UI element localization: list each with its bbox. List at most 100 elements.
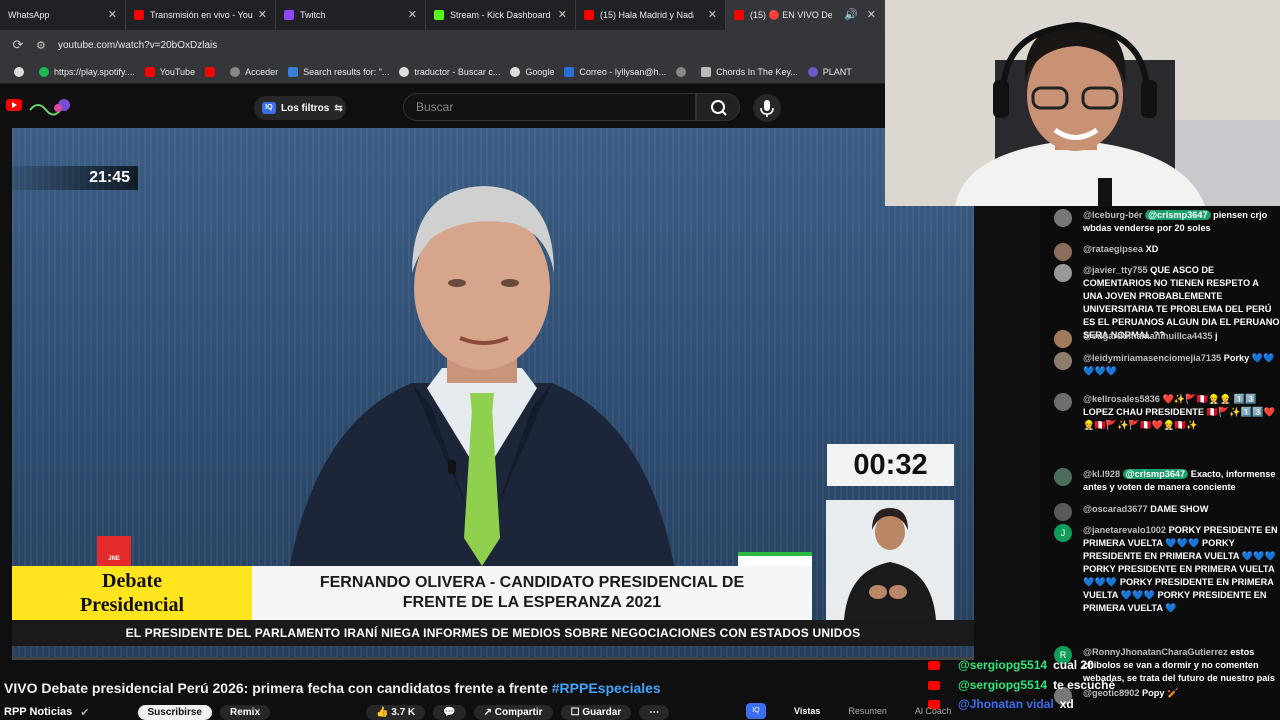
chat-text: Popy 🏏 (1139, 688, 1179, 698)
tab-whatsapp[interactable]: WhatsApp ✕ (0, 0, 126, 30)
bookmark-search-results[interactable]: Search results for: "... (288, 66, 390, 77)
search-button[interactable] (696, 93, 740, 121)
bookmark-plant[interactable]: PLANT (807, 66, 852, 77)
like-button[interactable]: 👍 3.7 K (366, 704, 426, 720)
bookmark-youtube-2[interactable] (205, 66, 220, 77)
lower-third: Debate Presidencial FERNANDO OLIVERA - C… (12, 566, 812, 620)
tab-title: WhatsApp (8, 10, 50, 20)
overlay-text: xd (1059, 697, 1074, 711)
address-bar: ⟳ ⚙ youtube.com/watch?v=20bOxDzlais (0, 30, 885, 60)
like-count: 3.7 K (391, 706, 416, 718)
remix-button[interactable]: Remix (219, 704, 270, 720)
caption-line-1: FERNANDO OLIVERA - CANDIDATO PRESIDENCIA… (319, 574, 745, 591)
verified-icon: ✔ (80, 706, 90, 719)
filters-button[interactable]: IQ Los filtros ⇆ (254, 96, 346, 120)
bookmark-spotify[interactable]: https://play.spotify.... (39, 66, 135, 77)
bookmark-google-icon[interactable] (14, 66, 29, 77)
close-icon[interactable]: ✕ (867, 8, 876, 21)
youtube-icon (734, 10, 744, 20)
youtube-icon (928, 661, 940, 671)
more-actions-button[interactable]: ⋯ (639, 704, 670, 720)
avatar (1054, 330, 1072, 348)
chat-username[interactable]: @leidymiriamasenciomejia7135 (1083, 353, 1221, 363)
bookmark-chords[interactable]: Chords In The Key... (701, 66, 798, 77)
channel-row: RPP Noticias ✔ Suscribirse Remix 👍 3.7 K… (4, 704, 744, 720)
chat-username[interactable]: @javier_tty755 (1083, 265, 1148, 275)
tab-coach[interactable]: Al Coach (915, 706, 952, 716)
tab-twitch[interactable]: Twitch ✕ (276, 0, 426, 30)
close-icon[interactable]: ✕ (108, 8, 117, 21)
avatar (1054, 468, 1072, 486)
bookmark-label: YouTube (159, 66, 196, 77)
bookmark-correo[interactable]: Correo - lyllysan@h... (564, 66, 667, 77)
bookmark-youtube[interactable]: YouTube (144, 66, 196, 77)
tab-youtube-studio[interactable]: Transmisión en vivo - You ✕ (126, 0, 276, 30)
video-player[interactable]: 21:45 00:32 JNE Debate Presidencial FERN… (12, 128, 974, 660)
bookmark-traductor[interactable]: traductor - Buscar c... (399, 66, 500, 77)
chat-username[interactable]: @janetarevalo1002 (1083, 525, 1166, 535)
tab-hala-madrid[interactable]: (15) Hala Madrid y Nada ! ✕ (576, 0, 726, 30)
microphone-icon (760, 100, 774, 117)
bookmark-google[interactable]: Google (510, 66, 554, 77)
search-input[interactable]: Buscar (403, 93, 696, 121)
tab-title: (15) Hala Madrid y Nada ! (600, 10, 694, 20)
chat-text: QUE ASCO DE COMENTARIOS NO TIENEN RESPET… (1083, 265, 1280, 340)
site-icon (807, 66, 818, 77)
bookmark-globe[interactable] (676, 66, 691, 77)
chat-username[interactable]: @kellrosales5836 (1083, 394, 1160, 404)
globe-icon (676, 66, 687, 77)
chat-message: @kl.l928 @crismp3647 Exacto, informense … (1054, 468, 1280, 494)
chat-username[interactable]: @rataegipsea (1083, 244, 1143, 254)
voice-search-button[interactable] (753, 94, 781, 122)
chat-username[interactable]: @RonnyJhonatanCharaGutierrez (1083, 647, 1228, 657)
channel-name[interactable]: RPP Noticias (4, 706, 72, 718)
comment-button[interactable]: 💬 (433, 704, 466, 720)
save-button[interactable]: ☐ Guardar (560, 704, 632, 720)
sliders-icon: ⇆ (334, 102, 343, 114)
youtube-logo-icon[interactable] (6, 99, 22, 111)
tab-resumen[interactable]: Resumen (848, 706, 887, 716)
globe-icon (230, 66, 241, 77)
speaker-icon[interactable]: 🔊 (844, 8, 858, 21)
overlay-username: @sergiopg5514 (958, 678, 1048, 692)
browser-tab-bar: WhatsApp ✕ Transmisión en vivo - You ✕ T… (0, 0, 885, 30)
chat-username[interactable]: @oscarad3677 (1083, 504, 1148, 514)
jne-logo: JNE (97, 536, 131, 566)
chat-mention[interactable]: @crismp3647 (1145, 210, 1211, 220)
overlay-chat-message: @sergiopg5514 cual 20 (928, 658, 1094, 672)
chat-message: @edgardomamanihuillca4435 j (1054, 330, 1280, 348)
close-icon[interactable]: ✕ (558, 8, 567, 21)
overlay-chat-message: @sergiopg5514 te escuché (928, 678, 1115, 692)
bookmark-label: Search results for: "... (303, 66, 390, 77)
youtube-doodle-icon[interactable] (28, 96, 72, 116)
share-button[interactable]: ↗ Compartir (473, 704, 553, 720)
kick-icon (434, 10, 444, 20)
reload-icon[interactable]: ⟳ (0, 37, 36, 53)
video-progress-bar[interactable] (12, 657, 974, 660)
iq-logo-icon[interactable]: IQ (746, 703, 766, 719)
video-title: VIVO Debate presidencial Perú 2026: prim… (4, 680, 661, 696)
filters-label: Los filtros (281, 102, 330, 114)
site-icon (701, 66, 712, 77)
subscribe-button[interactable]: Suscribirse (137, 704, 212, 720)
chat-text: PORKY PRESIDENTE EN PRIMERA VUELTA 💙💙💙 P… (1083, 525, 1278, 613)
chat-username[interactable]: @edgardomamanihuillca4435 (1083, 331, 1212, 341)
avatar (1054, 243, 1072, 261)
chat-username[interactable]: @Iceburg-bér (1083, 210, 1143, 220)
close-icon[interactable]: ✕ (258, 8, 267, 21)
close-icon[interactable]: ✕ (408, 8, 417, 21)
chat-mention[interactable]: @crismp3647 (1122, 469, 1189, 479)
close-icon[interactable]: ✕ (708, 8, 717, 21)
streamer-webcam (885, 0, 1280, 206)
bookmark-label: Correo - lyllysan@h... (579, 66, 667, 77)
tab-vistas[interactable]: Vistas (794, 706, 820, 716)
chat-username[interactable]: @kl.l928 (1083, 469, 1120, 479)
hashtag-link[interactable]: #RPPEspeciales (552, 680, 661, 696)
youtube-icon (205, 66, 216, 77)
url-field[interactable]: youtube.com/watch?v=20bOxDzlais (58, 40, 217, 51)
bookmark-acceder[interactable]: Acceder (230, 66, 278, 77)
bookmark-label: Chords In The Key... (716, 66, 798, 77)
site-info-icon[interactable]: ⚙ (36, 39, 58, 52)
tab-kick[interactable]: Stream - Kick Dashboard ✕ (426, 0, 576, 30)
tab-en-vivo-active[interactable]: (15) 🔴 EN VIVO Deba 🔊 ✕ (726, 0, 885, 30)
